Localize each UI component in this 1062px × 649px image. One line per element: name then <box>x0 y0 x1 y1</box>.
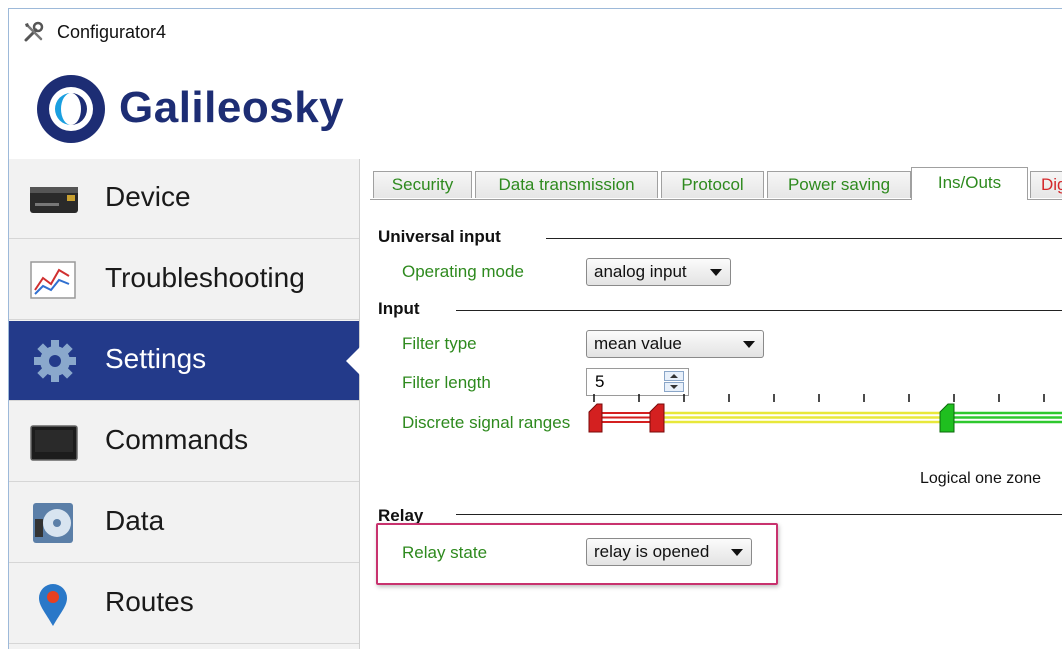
operating-mode-select[interactable]: analog input <box>586 258 731 286</box>
brand-header: Galileosky <box>9 53 1062 161</box>
map-pin-icon <box>39 584 67 626</box>
tab-data-transmission[interactable]: Data transmission <box>475 171 658 198</box>
section-divider <box>456 310 1062 311</box>
section-title-input: Input <box>378 299 432 319</box>
filter-type-value: mean value <box>594 334 682 353</box>
gear-icon <box>34 340 76 382</box>
disk-icon <box>33 503 73 543</box>
sidebar: Device Troubleshooting Settings Commands… <box>9 159 360 649</box>
operating-mode-value: analog input <box>594 262 687 281</box>
filter-length-value: 5 <box>595 372 605 391</box>
settings-tabs: Security Data transmission Protocol Powe… <box>370 167 1062 200</box>
section-title-universal-input: Universal input <box>378 227 513 247</box>
galileosky-logo-icon <box>37 75 105 143</box>
filter-type-select[interactable]: mean value <box>586 330 764 358</box>
relay-state-label: Relay state <box>402 543 488 562</box>
slider-handle[interactable] <box>649 403 665 433</box>
sidebar-item-device[interactable]: Device <box>9 159 359 239</box>
tab-security[interactable]: Security <box>373 171 472 198</box>
sidebar-item-troubleshooting[interactable]: Troubleshooting <box>9 240 359 320</box>
relay-state-select[interactable]: relay is opened <box>586 538 752 566</box>
chevron-down-icon <box>743 341 755 348</box>
chevron-down-icon <box>710 269 722 276</box>
sidebar-item-label: Troubleshooting <box>105 262 305 293</box>
filter-length-label: Filter length <box>402 373 491 392</box>
sidebar-item-data[interactable]: Data <box>9 483 359 563</box>
relay-state-value: relay is opened <box>594 542 710 561</box>
sidebar-item-commands[interactable]: Commands <box>9 402 359 482</box>
section-divider <box>456 514 1062 515</box>
discrete-ranges-slider[interactable] <box>586 390 1062 450</box>
tools-icon <box>24 21 44 42</box>
window-title: Configurator4 <box>57 22 167 42</box>
slider-handle[interactable] <box>588 403 603 433</box>
section-divider <box>546 238 1062 239</box>
active-indicator <box>346 347 360 375</box>
tab-digital[interactable]: Dig <box>1030 171 1062 198</box>
operating-mode-label: Operating mode <box>402 262 524 281</box>
slider-handle[interactable] <box>939 403 955 433</box>
chevron-down-icon <box>731 549 743 556</box>
sidebar-item-label: Commands <box>105 424 249 455</box>
sidebar-item-label: Settings <box>105 343 207 374</box>
filter-type-label: Filter type <box>402 334 477 353</box>
tab-protocol[interactable]: Protocol <box>661 171 764 198</box>
settings-content: Security Data transmission Protocol Powe… <box>370 159 1062 649</box>
chart-icon <box>30 261 76 299</box>
sidebar-item-label: Data <box>105 505 165 536</box>
tab-ins-outs[interactable]: Ins/Outs <box>911 167 1028 200</box>
tab-power-saving[interactable]: Power saving <box>767 171 911 198</box>
sidebar-item-label: Device <box>105 181 191 212</box>
terminal-icon <box>30 425 78 461</box>
title-bar: Configurator4 <box>9 9 1062 53</box>
ins-outs-panel: Universal input Operating mode analog in… <box>370 200 1062 649</box>
sidebar-item-settings[interactable]: Settings <box>9 321 360 401</box>
sidebar-item-label: Routes <box>105 586 194 617</box>
device-icon <box>30 187 78 213</box>
sidebar-item-routes[interactable]: Routes <box>9 564 359 644</box>
stepper-up-icon[interactable] <box>664 371 684 381</box>
brand-name: Galileosky <box>119 83 345 132</box>
discrete-signal-ranges-label: Discrete signal ranges <box>402 413 571 432</box>
slider-ticks <box>593 394 1045 402</box>
logical-one-zone-label: Logical one zone <box>920 470 1041 487</box>
app-window: Configurator4 Galileosky Device Troubles… <box>8 8 1062 649</box>
